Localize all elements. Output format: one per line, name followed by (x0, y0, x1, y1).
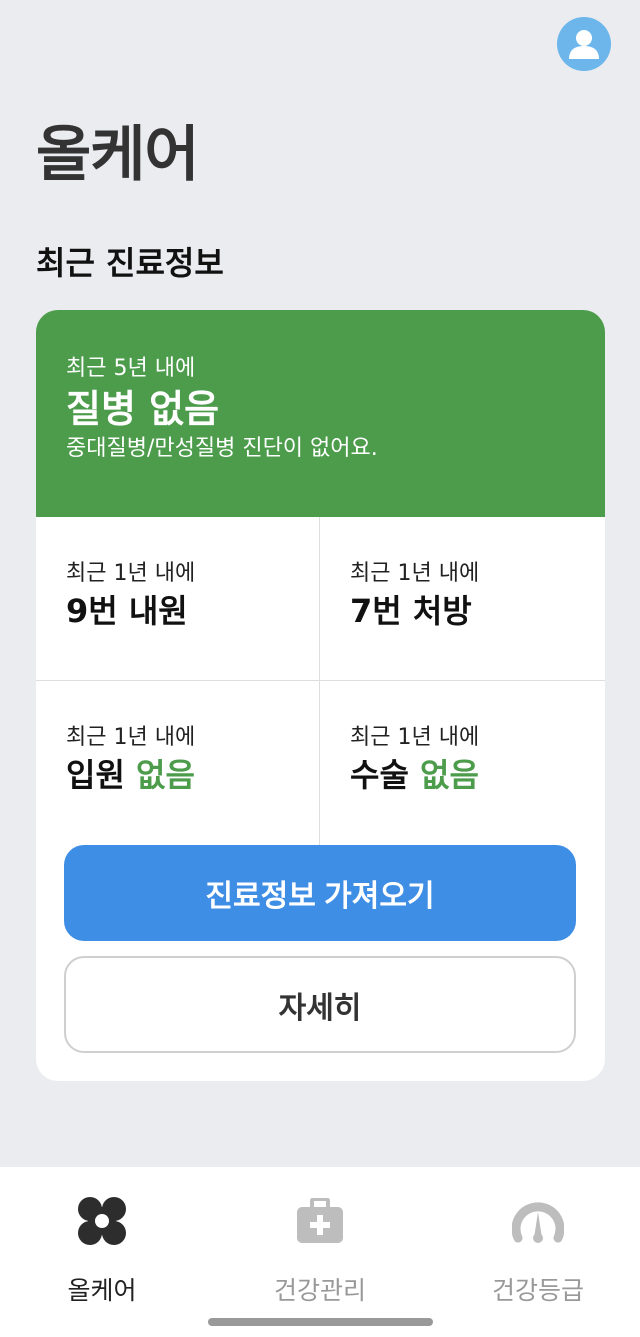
stat-accent: 없음 (136, 756, 195, 794)
stat-subtitle: 최근 1년 내에 (350, 725, 480, 750)
tab-label: 올케어 (67, 1276, 137, 1305)
stat-subtitle: 최근 1년 내에 (66, 725, 196, 750)
details-button[interactable]: 자세히 (64, 956, 576, 1053)
stat-value: 9번 내원 (66, 591, 289, 631)
stat-value: 7번 처방 (350, 591, 575, 631)
hero-summary: 최근 5년 내에 질병 없음 중대질병/만성질병 진단이 없어요. (36, 310, 605, 517)
section-title: 최근 진료정보 (36, 244, 224, 282)
medical-kit-icon (296, 1191, 344, 1251)
hero-main-text: 질병 없음 (66, 387, 220, 431)
hero-subtitle: 최근 5년 내에 (66, 356, 196, 381)
tab-health-management[interactable]: 건강관리 (220, 1191, 420, 1307)
stat-subtitle: 최근 1년 내에 (350, 561, 480, 586)
stat-accent: 없음 (420, 756, 479, 794)
page-title: 올케어 (36, 120, 200, 190)
stat-label: 입원 (66, 756, 125, 794)
stat-surgery: 최근 1년 내에 수술 없음 (320, 681, 605, 845)
hero-description: 중대질병/만성질병 진단이 없어요. (66, 436, 378, 461)
stat-label: 9번 내원 (66, 592, 188, 630)
stat-value: 수술 없음 (350, 755, 575, 795)
stat-hospitalization: 최근 1년 내에 입원 없음 (36, 681, 320, 845)
stats-grid: 최근 1년 내에 9번 내원 최근 1년 내에 7번 처방 최근 1년 내에 입… (36, 517, 605, 845)
stat-label: 수술 (350, 756, 409, 794)
gauge-icon (512, 1191, 564, 1251)
profile-avatar-button[interactable] (557, 17, 611, 71)
tab-label: 건강등급 (491, 1276, 584, 1305)
stat-subtitle: 최근 1년 내에 (66, 561, 196, 586)
stat-label: 7번 처방 (350, 592, 472, 630)
stat-value: 입원 없음 (66, 755, 289, 795)
tab-health-grade[interactable]: 건강등급 (438, 1191, 638, 1307)
user-avatar-icon (569, 30, 599, 59)
home-indicator (208, 1318, 433, 1326)
tab-allcare[interactable]: 올케어 (2, 1191, 202, 1307)
medical-info-card: 최근 5년 내에 질병 없음 중대질병/만성질병 진단이 없어요. 최근 1년 … (36, 310, 605, 1081)
stat-prescriptions: 최근 1년 내에 7번 처방 (320, 517, 605, 681)
bottom-tab-bar: 올케어 건강관리 건강등급 (0, 1167, 640, 1337)
fetch-medical-info-button[interactable]: 진료정보 가져오기 (64, 845, 576, 941)
stat-visits: 최근 1년 내에 9번 내원 (36, 517, 320, 681)
tab-label: 건강관리 (273, 1276, 366, 1305)
allcare-logo-icon (76, 1191, 128, 1251)
